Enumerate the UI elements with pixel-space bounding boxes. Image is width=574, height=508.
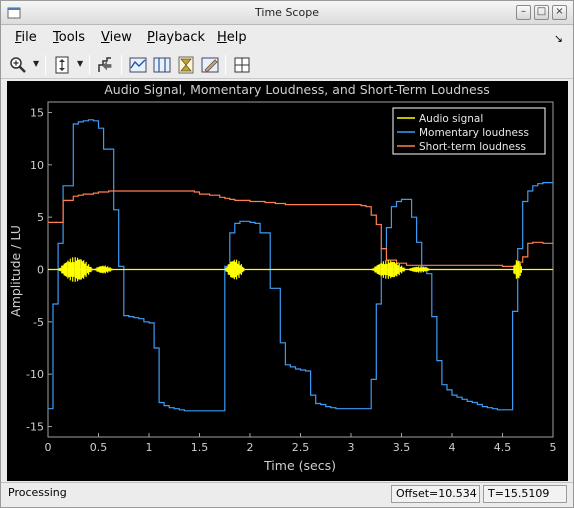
scope-display[interactable]: Audio Signal, Momentary Loudness, and Sh… — [7, 81, 568, 481]
triggers-button[interactable] — [127, 54, 149, 76]
x-tick-label: 2 — [247, 441, 254, 454]
peak-finder-button[interactable] — [175, 54, 197, 76]
scale-axes-dropdown-icon[interactable]: ▼ — [77, 59, 83, 68]
y-tick-label: -15 — [26, 421, 44, 434]
triggers-icon — [129, 57, 147, 73]
title-bar[interactable]: Time Scope – □ × — [1, 1, 573, 25]
menu-help[interactable]: Help — [217, 30, 247, 45]
menu-tools[interactable]: Tools — [53, 30, 85, 45]
y-tick-label: -10 — [26, 368, 44, 381]
zoom-button[interactable] — [7, 54, 29, 76]
menu-file[interactable]: File — [15, 30, 37, 45]
minimize-button[interactable]: – — [516, 5, 531, 20]
x-tick-label: 3.5 — [393, 441, 411, 454]
x-tick-label: 1 — [146, 441, 153, 454]
menu-tools-label: ools — [58, 30, 86, 45]
y-tick-label: -5 — [33, 316, 44, 329]
cursor-measurements-button[interactable] — [151, 54, 173, 76]
bilevel-measurements-icon — [201, 57, 219, 73]
maximize-button[interactable]: □ — [534, 5, 549, 20]
scale-axes-icon — [55, 56, 69, 74]
menu-playback[interactable]: Playback — [147, 30, 205, 45]
legend-entry[interactable]: Momentary loudness — [419, 127, 529, 139]
x-tick-label: 4.5 — [494, 441, 512, 454]
legend-entry[interactable]: Short-term loudness — [419, 141, 526, 153]
y-tick-label: 0 — [37, 264, 44, 277]
x-tick-label: 1.5 — [191, 441, 209, 454]
x-tick-label: 0.5 — [90, 441, 108, 454]
menu-help-mnemonic: H — [217, 30, 227, 45]
status-bar: Processing Offset=10.534 T=15.5109 — [1, 482, 573, 507]
x-tick-label: 4 — [449, 441, 456, 454]
x-tick-label: 2.5 — [292, 441, 310, 454]
menu-view-mnemonic: V — [101, 30, 110, 45]
menu-playback-mnemonic: P — [147, 30, 155, 45]
maximize-icon: □ — [536, 6, 547, 17]
minimize-icon: – — [521, 6, 526, 17]
toolbar-separator — [121, 55, 122, 75]
y-tick-label: 10 — [30, 159, 44, 172]
offset-readout: Offset=10.534 — [391, 485, 480, 503]
menu-bar: File Tools View Playback Help ↘ — [1, 26, 573, 50]
menu-file-label: ile — [21, 30, 37, 45]
cursor-measurements-icon — [153, 57, 171, 73]
signal-selection-icon — [98, 57, 112, 72]
x-tick-label: 0 — [45, 441, 52, 454]
time-readout: T=15.5109 — [483, 485, 567, 503]
y-tick-label: 15 — [30, 106, 44, 119]
close-icon: × — [555, 6, 564, 17]
chart-title: Audio Signal, Momentary Loudness, and Sh… — [104, 82, 490, 97]
y-axis-label: Amplitude / LU — [8, 225, 23, 317]
signal-selection-button[interactable] — [95, 54, 117, 76]
menu-help-label: elp — [226, 30, 247, 45]
scale-axes-button[interactable] — [51, 54, 73, 76]
x-tick-label: 3 — [348, 441, 355, 454]
toolbar-separator — [89, 55, 90, 75]
chart-legend[interactable]: Audio signal Momentary loudness Short-term… — [392, 107, 546, 155]
toolbar-separator — [45, 55, 46, 75]
legend-entry[interactable]: Audio signal — [419, 113, 483, 125]
loudness-chart[interactable]: Audio Signal, Momentary Loudness, and Sh… — [7, 81, 568, 481]
close-button[interactable]: × — [552, 5, 567, 20]
x-tick-label: 5 — [550, 441, 557, 454]
bilevel-measurements-button[interactable] — [199, 54, 221, 76]
x-axis-label: Time (secs) — [263, 458, 336, 473]
time-scope-window: Time Scope – □ × File Tools View Playbac… — [0, 0, 574, 508]
zoom-in-icon — [10, 57, 26, 73]
peak-finder-icon — [178, 56, 194, 74]
chart-axes: 0 0.5 1 1.5 2 2.5 3 3.5 4 4.5 5 -15 -10 -5 0 5 10 15 — [26, 101, 557, 454]
layout-button[interactable] — [231, 54, 253, 76]
zoom-dropdown-icon[interactable]: ▼ — [33, 59, 39, 68]
window-title: Time Scope — [255, 6, 319, 19]
toolbar-separator — [225, 55, 226, 75]
menu-playback-label: layback — [154, 30, 206, 45]
status-text: Processing — [8, 486, 67, 499]
menu-view-label: iew — [109, 30, 132, 45]
menu-view[interactable]: View — [101, 30, 132, 45]
y-tick-label: 5 — [37, 211, 44, 224]
undock-icon[interactable]: ↘ — [554, 32, 563, 45]
toolbar: ▼ ▼ — [1, 51, 573, 79]
layout-icon — [234, 57, 250, 73]
